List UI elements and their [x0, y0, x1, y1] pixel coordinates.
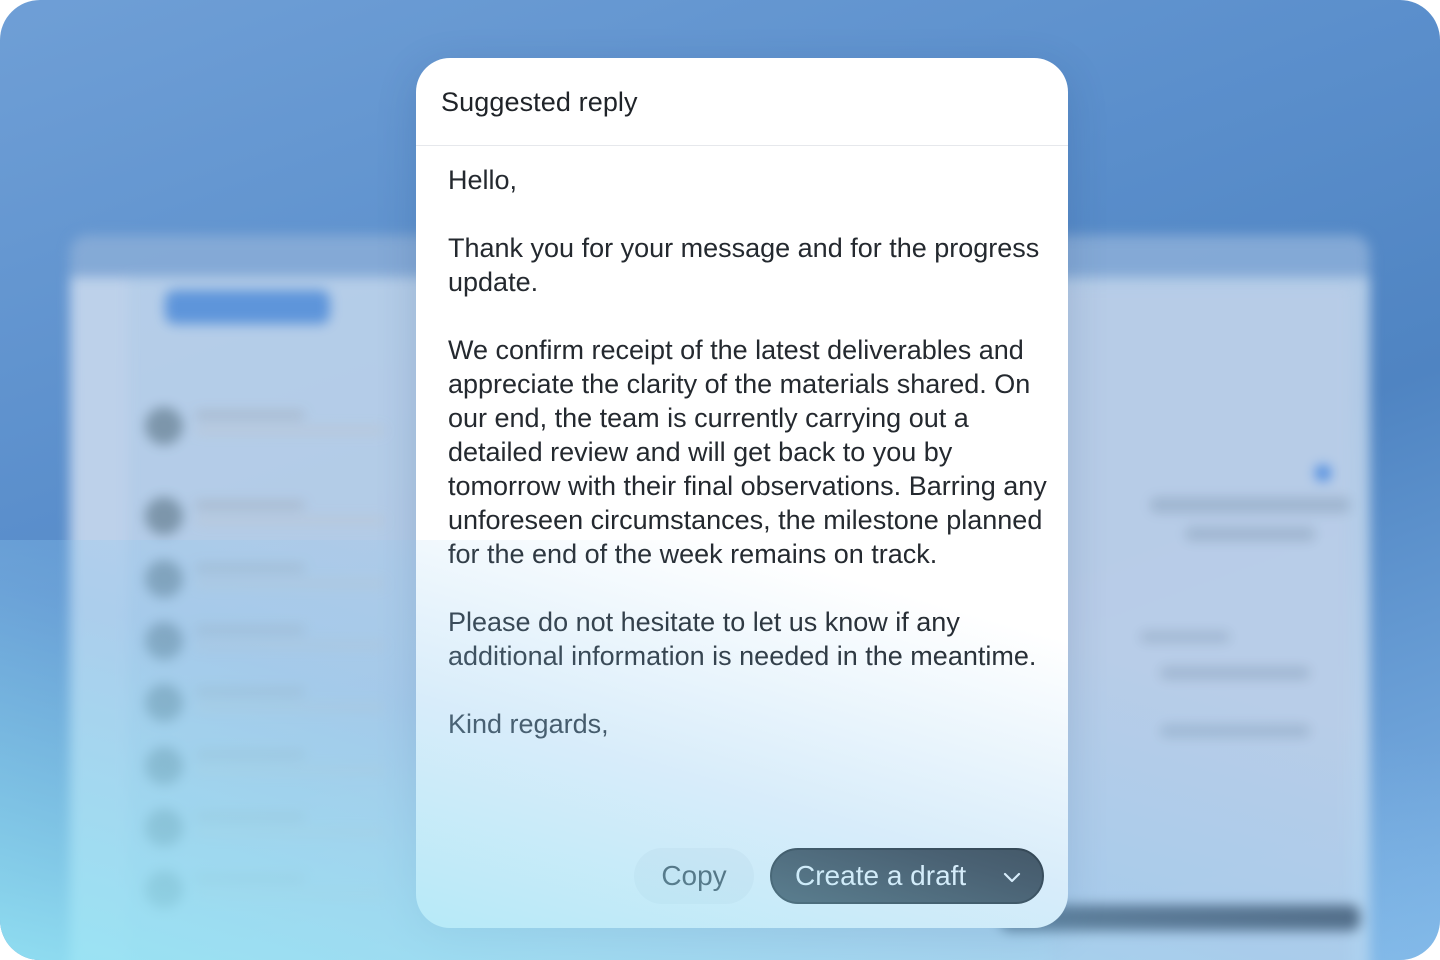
suggested-reply-text[interactable]: Hello, Thank you for your message and fo… [448, 163, 1048, 741]
bg-list-item [145, 747, 425, 787]
bg-list-item [145, 684, 425, 724]
bg-list-item [145, 407, 425, 447]
bg-list-item [145, 560, 425, 600]
reply-paragraph: We confirm receipt of the latest deliver… [448, 335, 1047, 569]
bg-reading-pane [1050, 287, 1350, 960]
bg-list-item [145, 871, 425, 911]
reply-paragraph: Thank you for your message and for the p… [448, 233, 1040, 297]
reply-signoff: Kind regards, [448, 709, 609, 739]
chevron-down-icon[interactable] [1002, 867, 1022, 887]
dialog-header: Suggested reply [416, 58, 1068, 146]
bg-list-item [145, 622, 425, 662]
suggested-reply-dialog: Suggested reply Hello, Thank you for you… [416, 58, 1068, 928]
create-draft-button[interactable]: Create a draft [770, 848, 1044, 904]
reply-greeting: Hello, [448, 165, 518, 195]
reply-paragraph: Please do not hesitate to let us know if… [448, 607, 1037, 671]
bg-compose-pill [165, 290, 330, 324]
bg-left-rail [70, 277, 128, 960]
dialog-title: Suggested reply [441, 87, 638, 117]
create-draft-label: Create a draft [795, 860, 967, 891]
copy-button[interactable]: Copy [634, 848, 754, 904]
bg-list-item [145, 497, 425, 537]
bg-list-item [145, 809, 425, 849]
screen-frame: Suggested reply Hello, Thank you for you… [0, 0, 1440, 960]
